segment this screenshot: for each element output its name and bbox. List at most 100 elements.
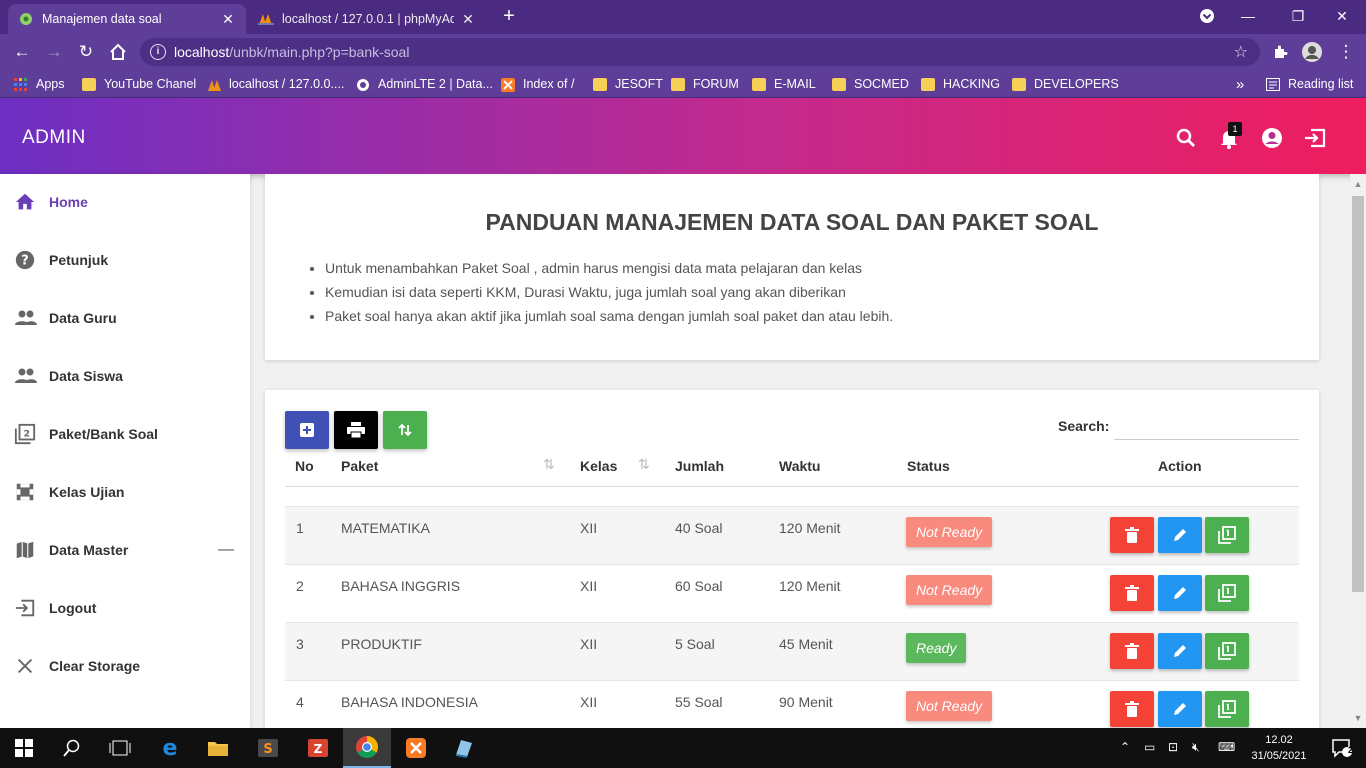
column-header-jumlah[interactable]: Jumlah xyxy=(675,458,724,474)
close-window-button[interactable]: ✕ xyxy=(1328,4,1356,28)
sort-icon[interactable]: ⇅ xyxy=(543,456,555,473)
forward-button[interactable]: → xyxy=(42,40,66,64)
sidebar-item-data-siswa[interactable]: Data Siswa xyxy=(0,351,250,401)
tray-overflow-icon[interactable]: ⌃ xyxy=(1120,740,1130,754)
delete-button[interactable] xyxy=(1110,633,1154,669)
page-scrollbar[interactable]: ▲ ▼ xyxy=(1350,174,1366,728)
bookmark-socmed[interactable]: SOCMED xyxy=(832,76,909,92)
delete-button[interactable] xyxy=(1110,691,1154,727)
bookmark-youtube-chanel[interactable]: YouTube Chanel xyxy=(82,76,196,92)
tab-close-icon[interactable]: ✕ xyxy=(460,11,476,28)
svg-text:S: S xyxy=(263,742,272,757)
sidebar-item-petunjuk[interactable]: ? Petunjuk xyxy=(0,235,250,285)
address-bar[interactable]: i localhost/unbk/main.php?p=bank-soal ☆ xyxy=(140,38,1260,66)
exit-icon[interactable] xyxy=(1302,126,1326,150)
bookmark-developers[interactable]: DEVELOPERS xyxy=(1012,76,1119,92)
bookmark-label: AdminLTE 2 | Data... xyxy=(378,77,493,91)
tab-phpmyadmin[interactable]: localhost / 127.0.0.1 | phpMyAdm ✕ xyxy=(248,4,486,34)
filter-1-icon xyxy=(1218,584,1236,602)
site-info-icon[interactable]: i xyxy=(150,44,166,60)
reload-button[interactable]: ↻ xyxy=(74,40,98,64)
delete-button[interactable] xyxy=(1110,517,1154,553)
taskbar-chrome[interactable] xyxy=(343,728,391,768)
browser-menu-icon[interactable]: ⋮ xyxy=(1334,40,1358,64)
battery-icon[interactable]: ▭ xyxy=(1144,740,1155,754)
table-row: 4 BAHASA INDONESIA XII 55 Soal 90 Menit … xyxy=(285,680,1299,728)
scroll-up-arrow-icon[interactable]: ▲ xyxy=(1350,176,1366,192)
sidebar-item-logout[interactable]: Logout xyxy=(0,583,250,633)
taskbar-file-explorer[interactable] xyxy=(194,728,242,768)
bookmark-localhost[interactable]: localhost / 127.0.0.... xyxy=(207,76,344,92)
tab-close-icon[interactable]: ✕ xyxy=(220,11,236,28)
bookmark-index-of[interactable]: Index of / xyxy=(501,76,574,92)
detail-soal-button[interactable] xyxy=(1205,691,1249,727)
detail-soal-button[interactable] xyxy=(1205,575,1249,611)
column-header-kelas[interactable]: Kelas xyxy=(580,458,617,474)
edit-button[interactable] xyxy=(1158,691,1202,727)
search-input[interactable] xyxy=(1114,412,1299,440)
print-button[interactable] xyxy=(334,411,378,449)
edit-button[interactable] xyxy=(1158,575,1202,611)
detail-soal-button[interactable] xyxy=(1205,633,1249,669)
collapse-toggle-icon[interactable]: — xyxy=(218,541,234,559)
taskbar-search-button[interactable] xyxy=(48,728,96,768)
profile-avatar[interactable] xyxy=(1300,40,1324,64)
new-tab-button[interactable]: + xyxy=(498,5,520,27)
taskbar-edge[interactable]: e xyxy=(146,728,194,768)
action-center-button[interactable]: 2 xyxy=(1318,728,1366,768)
system-clock[interactable]: 12.02 31/05/2021 xyxy=(1248,732,1310,764)
extensions-icon[interactable] xyxy=(1268,40,1292,64)
column-header-status[interactable]: Status xyxy=(907,458,950,474)
back-button[interactable]: ← xyxy=(10,40,34,64)
bookmark-hacking[interactable]: HACKING xyxy=(921,76,1000,92)
brand-title[interactable]: ADMIN xyxy=(22,127,86,149)
restore-button[interactable]: ❐ xyxy=(1284,4,1312,28)
edit-button[interactable] xyxy=(1158,633,1202,669)
column-header-no[interactable]: No xyxy=(295,458,314,474)
task-view-button[interactable] xyxy=(96,728,144,768)
start-button[interactable] xyxy=(0,728,48,768)
keyboard-icon[interactable]: ⌨ xyxy=(1218,740,1235,754)
taskbar-sublime[interactable]: S xyxy=(244,728,292,768)
edit-button[interactable] xyxy=(1158,517,1202,553)
cell-no: 3 xyxy=(296,636,304,652)
folder-icon xyxy=(752,77,766,91)
bookmark-jesoft[interactable]: JESOFT xyxy=(593,76,663,92)
column-header-action[interactable]: Action xyxy=(1158,458,1202,474)
taskbar-app-2[interactable] xyxy=(440,728,488,768)
sort-icon[interactable]: ⇅ xyxy=(638,456,650,473)
tab-search-button[interactable] xyxy=(1193,4,1221,28)
scrollbar-thumb[interactable] xyxy=(1352,196,1364,592)
column-header-paket[interactable]: Paket xyxy=(341,458,378,474)
more-bookmarks-button[interactable]: » xyxy=(1236,76,1244,93)
address-url[interactable]: localhost/unbk/main.php?p=bank-soal xyxy=(174,44,409,60)
tab-manajemen-data-soal[interactable]: Manajemen data soal ✕ xyxy=(8,4,246,34)
bookmark-adminlte[interactable]: AdminLTE 2 | Data... xyxy=(356,76,493,92)
import-export-button[interactable] xyxy=(383,411,427,449)
sidebar-item-clear-storage[interactable]: Clear Storage xyxy=(0,641,250,691)
taskbar-xampp[interactable] xyxy=(392,728,440,768)
taskbar-app[interactable]: Z xyxy=(294,728,342,768)
home-button[interactable] xyxy=(106,40,130,64)
reading-list-button[interactable]: Reading list xyxy=(1266,76,1353,92)
detail-soal-button[interactable] xyxy=(1205,517,1249,553)
url-path: /unbk/main.php?p=bank-soal xyxy=(229,44,410,60)
add-paket-button[interactable] xyxy=(285,411,329,449)
account-circle-icon[interactable] xyxy=(1260,126,1284,150)
sidebar-item-data-guru[interactable]: Data Guru xyxy=(0,293,250,343)
volume-muted-icon[interactable]: 🔇︎ xyxy=(1192,740,1200,755)
delete-button[interactable] xyxy=(1110,575,1154,611)
sidebar-item-home[interactable]: Home xyxy=(0,177,250,227)
network-icon[interactable]: ⊡ xyxy=(1168,740,1178,754)
sidebar-item-data-master[interactable]: Data Master — xyxy=(0,525,250,575)
bookmark-star-icon[interactable]: ☆ xyxy=(1234,42,1248,62)
bookmark-email[interactable]: E-MAIL xyxy=(752,76,816,92)
minimize-button[interactable]: — xyxy=(1234,4,1262,28)
sidebar-item-paket-bank-soal[interactable]: 2 Paket/Bank Soal xyxy=(0,409,250,459)
bookmark-apps[interactable]: Apps xyxy=(14,76,65,92)
search-icon[interactable] xyxy=(1174,126,1198,150)
bookmark-forum[interactable]: FORUM xyxy=(671,76,739,92)
column-header-waktu[interactable]: Waktu xyxy=(779,458,820,474)
scroll-down-arrow-icon[interactable]: ▼ xyxy=(1350,710,1366,726)
sidebar-item-kelas-ujian[interactable]: Kelas Ujian xyxy=(0,467,250,517)
